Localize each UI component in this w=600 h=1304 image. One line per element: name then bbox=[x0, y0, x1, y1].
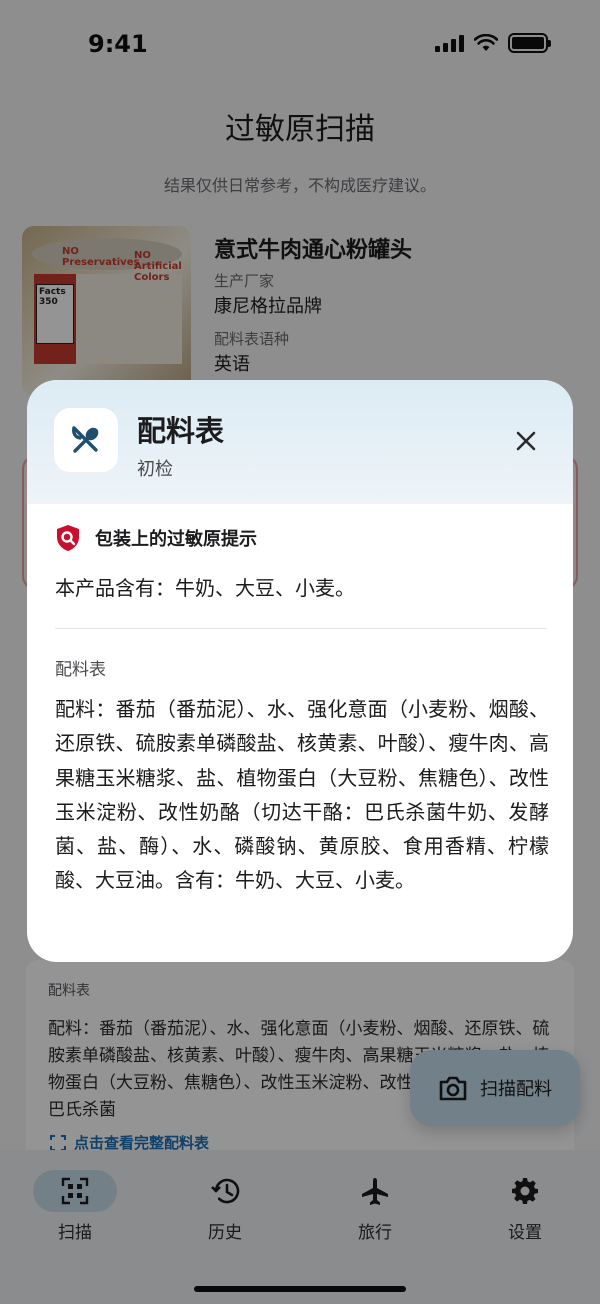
allergen-warning-row: 包装上的过敏原提示 bbox=[55, 524, 257, 552]
close-icon bbox=[516, 431, 536, 451]
utensils-icon bbox=[72, 426, 99, 453]
ingredients-modal: 配料表 初检 包装上的过敏原提示 本产品含有：牛奶、大豆、小麦。 配料表 配料：… bbox=[27, 380, 573, 962]
modal-title: 配料表 bbox=[137, 414, 225, 448]
modal-icon-tile bbox=[54, 408, 118, 472]
close-button[interactable] bbox=[509, 424, 543, 458]
shield-search-icon bbox=[57, 525, 79, 551]
modal-subtitle: 初检 bbox=[137, 459, 173, 480]
allergen-warning-text: 本产品含有：牛奶、大豆、小麦。 bbox=[55, 576, 355, 600]
ingredients-text: 配料：番茄（番茄泥）、水、强化意面（小麦粉、烟酸、还原铁、硫胺素单磷酸盐、核黄素… bbox=[55, 697, 549, 893]
allergen-warning-title: 包装上的过敏原提示 bbox=[95, 529, 257, 550]
ingredients-heading: 配料表 bbox=[55, 660, 106, 680]
divider bbox=[55, 628, 547, 629]
modal-header: 配料表 初检 bbox=[27, 380, 573, 504]
